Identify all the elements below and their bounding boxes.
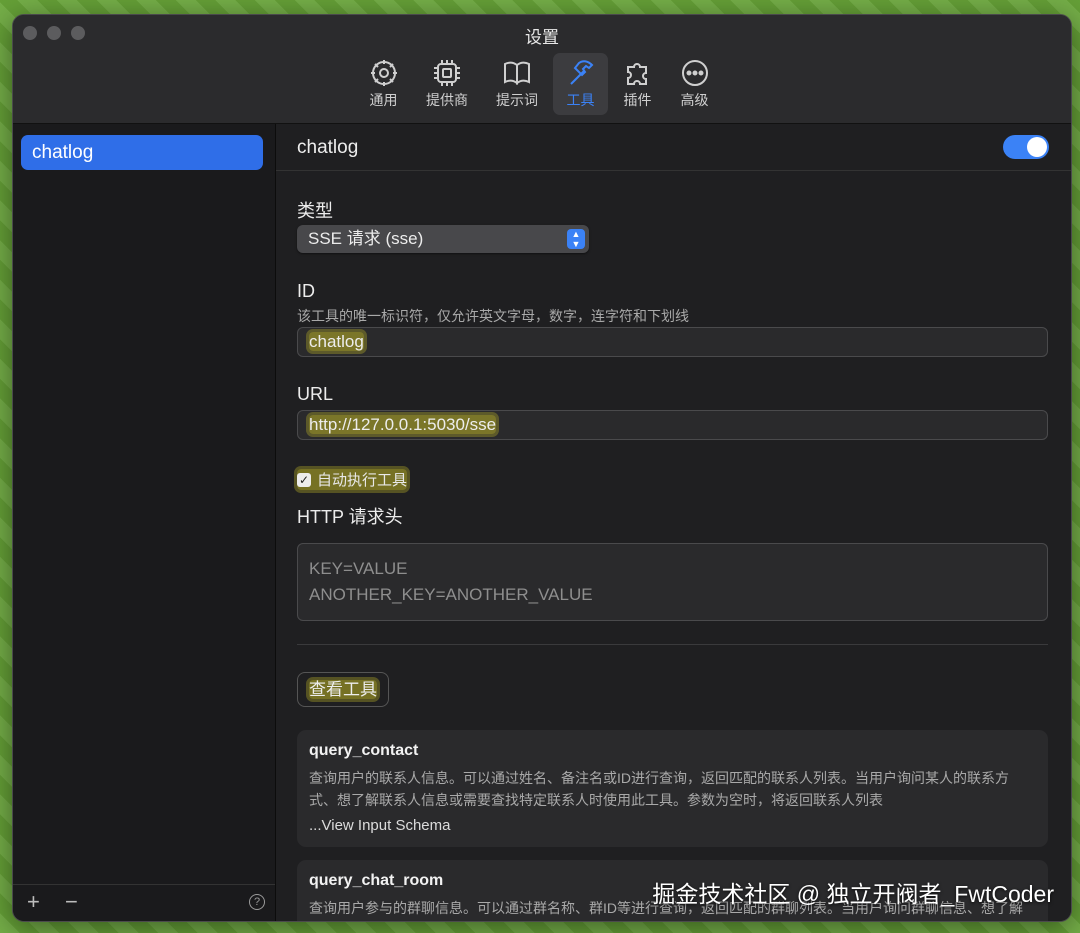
section-divider <box>297 644 1048 645</box>
tool-title: chatlog <box>297 137 359 158</box>
tool-sidebar: chatlog + − ? <box>13 124 276 921</box>
view-tools-label: 查看工具 <box>309 680 377 699</box>
tab-providers[interactable]: 提供商 <box>413 53 481 115</box>
tab-providers-label: 提供商 <box>426 92 468 108</box>
settings-window: 设置 通用 提供商 提示词 工具 插件 高级 chatlog + − ? cha… <box>12 14 1072 922</box>
id-field-value: chatlog <box>309 332 364 351</box>
headers-placeholder-line1: KEY=VALUE <box>309 559 408 578</box>
headers-label: HTTP 请求头 <box>297 507 403 527</box>
gear-icon <box>370 60 397 86</box>
tool-name: query_contact <box>309 742 419 759</box>
settings-toolbar: 通用 提供商 提示词 工具 插件 高级 <box>356 53 722 115</box>
auto-execute-label: 自动执行工具 <box>317 472 408 489</box>
view-input-schema-link[interactable]: ...View Input Schema <box>309 817 1036 834</box>
window-title: 设置 <box>525 28 559 47</box>
sidebar-item-chatlog[interactable]: chatlog <box>21 135 263 170</box>
tab-prompts[interactable]: 提示词 <box>483 53 551 115</box>
tool-card-query-contact: query_contact 查询用户的联系人信息。可以通过姓名、备注名或ID进行… <box>297 730 1048 847</box>
watermark-text: 掘金技术社区 @ 独立开阀者_FwtCoder <box>652 881 1054 907</box>
book-icon <box>504 61 530 85</box>
tab-plugins[interactable]: 插件 <box>610 53 665 115</box>
id-label: ID <box>297 281 315 301</box>
titlebar: 设置 通用 提供商 提示词 工具 插件 高级 <box>13 15 1071 124</box>
sidebar-footer: + − ? <box>13 884 275 921</box>
tab-tools-label: 工具 <box>566 92 595 108</box>
url-field-value: http://127.0.0.1:5030/sse <box>309 415 497 434</box>
url-field[interactable]: http://127.0.0.1:5030/sse <box>297 410 1048 440</box>
help-icon[interactable]: ? <box>249 894 265 910</box>
tab-advanced-label: 高级 <box>680 92 709 108</box>
id-hint: 该工具的唯一标识符，仅允许英文字母，数字，连字符和下划线 <box>297 308 689 324</box>
tab-tools[interactable]: 工具 <box>553 53 608 115</box>
tab-prompts-label: 提示词 <box>496 92 538 108</box>
type-label: 类型 <box>297 201 333 221</box>
view-tools-button[interactable]: 查看工具 <box>297 672 389 707</box>
remove-tool-button[interactable]: − <box>65 890 78 914</box>
id-field[interactable]: chatlog <box>297 327 1048 357</box>
puzzle-icon <box>626 63 647 85</box>
tool-description: 查询用户的联系人信息。可以通过姓名、备注名或ID进行查询，返回匹配的联系人列表。… <box>309 770 1009 808</box>
headers-placeholder-line2: ANOTHER_KEY=ANOTHER_VALUE <box>309 585 593 604</box>
tab-advanced[interactable]: 高级 <box>667 53 722 115</box>
headers-textarea[interactable]: KEY=VALUE ANOTHER_KEY=ANOTHER_VALUE <box>297 543 1048 621</box>
type-select[interactable]: SSE 请求 (sse) ▲ ▼ <box>297 225 589 253</box>
detail-header: chatlog <box>276 124 1071 171</box>
chip-icon <box>434 60 460 86</box>
auto-execute-checkbox[interactable]: ✓ <box>297 472 311 487</box>
tool-detail-panel: chatlog 类型 SSE 请求 (sse) ▲ ▼ ID 该工具的唯一标识符，… <box>276 124 1071 921</box>
chevron-updown-icon: ▲ ▼ <box>567 229 585 249</box>
tab-general[interactable]: 通用 <box>356 53 411 115</box>
add-tool-button[interactable]: + <box>27 890 40 914</box>
type-select-value: SSE 请求 (sse) <box>308 229 424 248</box>
url-label: URL <box>297 384 334 404</box>
ellipsis-circle-icon <box>681 60 708 86</box>
tool-enabled-toggle[interactable] <box>1003 135 1049 159</box>
auto-execute-row[interactable]: ✓ 自动执行工具 <box>297 469 408 490</box>
hammer-icon <box>569 60 593 85</box>
tab-plugins-label: 插件 <box>623 92 652 108</box>
tab-general-label: 通用 <box>369 92 398 108</box>
